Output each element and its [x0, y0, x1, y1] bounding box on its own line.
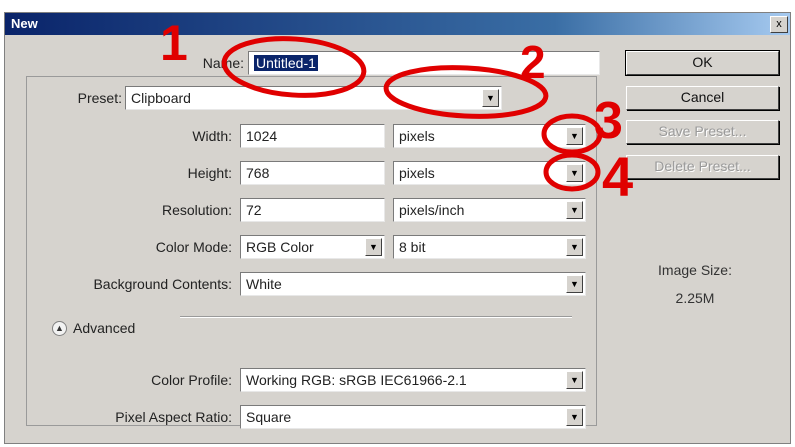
preset-label: Preset:	[40, 90, 122, 106]
collapse-up-icon[interactable]: ▲	[52, 321, 67, 336]
chevron-down-icon[interactable]: ▼	[566, 275, 583, 293]
width-unit-value: pixels	[399, 128, 435, 144]
pixel-aspect-ratio-value: Square	[246, 409, 292, 425]
chevron-down-icon[interactable]: ▼	[566, 238, 583, 256]
resolution-input[interactable]: 72	[240, 198, 385, 222]
resolution-unit-select[interactable]: pixels/inch ▼	[393, 198, 586, 222]
chevron-down-icon[interactable]: ▼	[365, 238, 382, 256]
bit-depth-select[interactable]: 8 bit ▼	[393, 235, 586, 259]
pixel-aspect-ratio-label: Pixel Aspect Ratio:	[115, 409, 232, 425]
bit-depth-value: 8 bit	[399, 239, 426, 255]
image-size-value: 2.25M	[675, 290, 715, 306]
save-preset-button[interactable]: Save Preset...	[626, 120, 779, 144]
dialog-title: New	[11, 16, 38, 31]
pixel-aspect-ratio-select[interactable]: Square ▼	[240, 405, 586, 429]
resolution-label: Resolution:	[161, 202, 232, 218]
preset-value: Clipboard	[131, 90, 191, 106]
width-input[interactable]: 1024	[240, 124, 385, 148]
background-contents-value: White	[246, 276, 282, 292]
color-profile-value: Working RGB: sRGB IEC61966-2.1	[246, 372, 467, 388]
chevron-down-icon[interactable]: ▼	[482, 89, 499, 107]
height-label: Height:	[187, 165, 232, 181]
chevron-down-icon[interactable]: ▼	[566, 127, 583, 145]
color-mode-select[interactable]: RGB Color ▼	[240, 235, 385, 259]
color-profile-label: Color Profile:	[151, 372, 232, 388]
color-profile-select[interactable]: Working RGB: sRGB IEC61966-2.1 ▼	[240, 368, 586, 392]
image-size-label: Image Size:	[658, 262, 732, 278]
resolution-unit-value: pixels/inch	[399, 202, 465, 218]
advanced-label[interactable]: Advanced	[73, 320, 135, 336]
height-unit-select[interactable]: pixels ▼	[393, 161, 586, 185]
width-label: Width:	[192, 128, 232, 144]
name-input[interactable]: Untitled-1	[248, 51, 600, 75]
name-value: Untitled-1	[254, 55, 318, 71]
delete-preset-button[interactable]: Delete Preset...	[626, 155, 779, 179]
height-input[interactable]: 768	[240, 161, 385, 185]
cancel-button[interactable]: Cancel	[626, 86, 779, 110]
chevron-down-icon[interactable]: ▼	[566, 371, 583, 389]
background-contents-select[interactable]: White ▼	[240, 272, 586, 296]
color-mode-value: RGB Color	[246, 239, 314, 255]
close-button[interactable]: x	[770, 16, 788, 33]
chevron-down-icon[interactable]: ▼	[566, 408, 583, 426]
chevron-down-icon[interactable]: ▼	[566, 201, 583, 219]
advanced-divider	[180, 316, 572, 318]
width-unit-select[interactable]: pixels ▼	[393, 124, 586, 148]
ok-button[interactable]: OK	[625, 50, 780, 76]
color-mode-label: Color Mode:	[155, 239, 232, 255]
name-label: Name:	[202, 55, 244, 71]
chevron-down-icon[interactable]: ▼	[566, 164, 583, 182]
background-contents-label: Background Contents:	[93, 276, 232, 292]
preset-select[interactable]: Clipboard ▼	[125, 86, 502, 110]
title-bar: New x	[5, 13, 790, 35]
height-unit-value: pixels	[399, 165, 435, 181]
